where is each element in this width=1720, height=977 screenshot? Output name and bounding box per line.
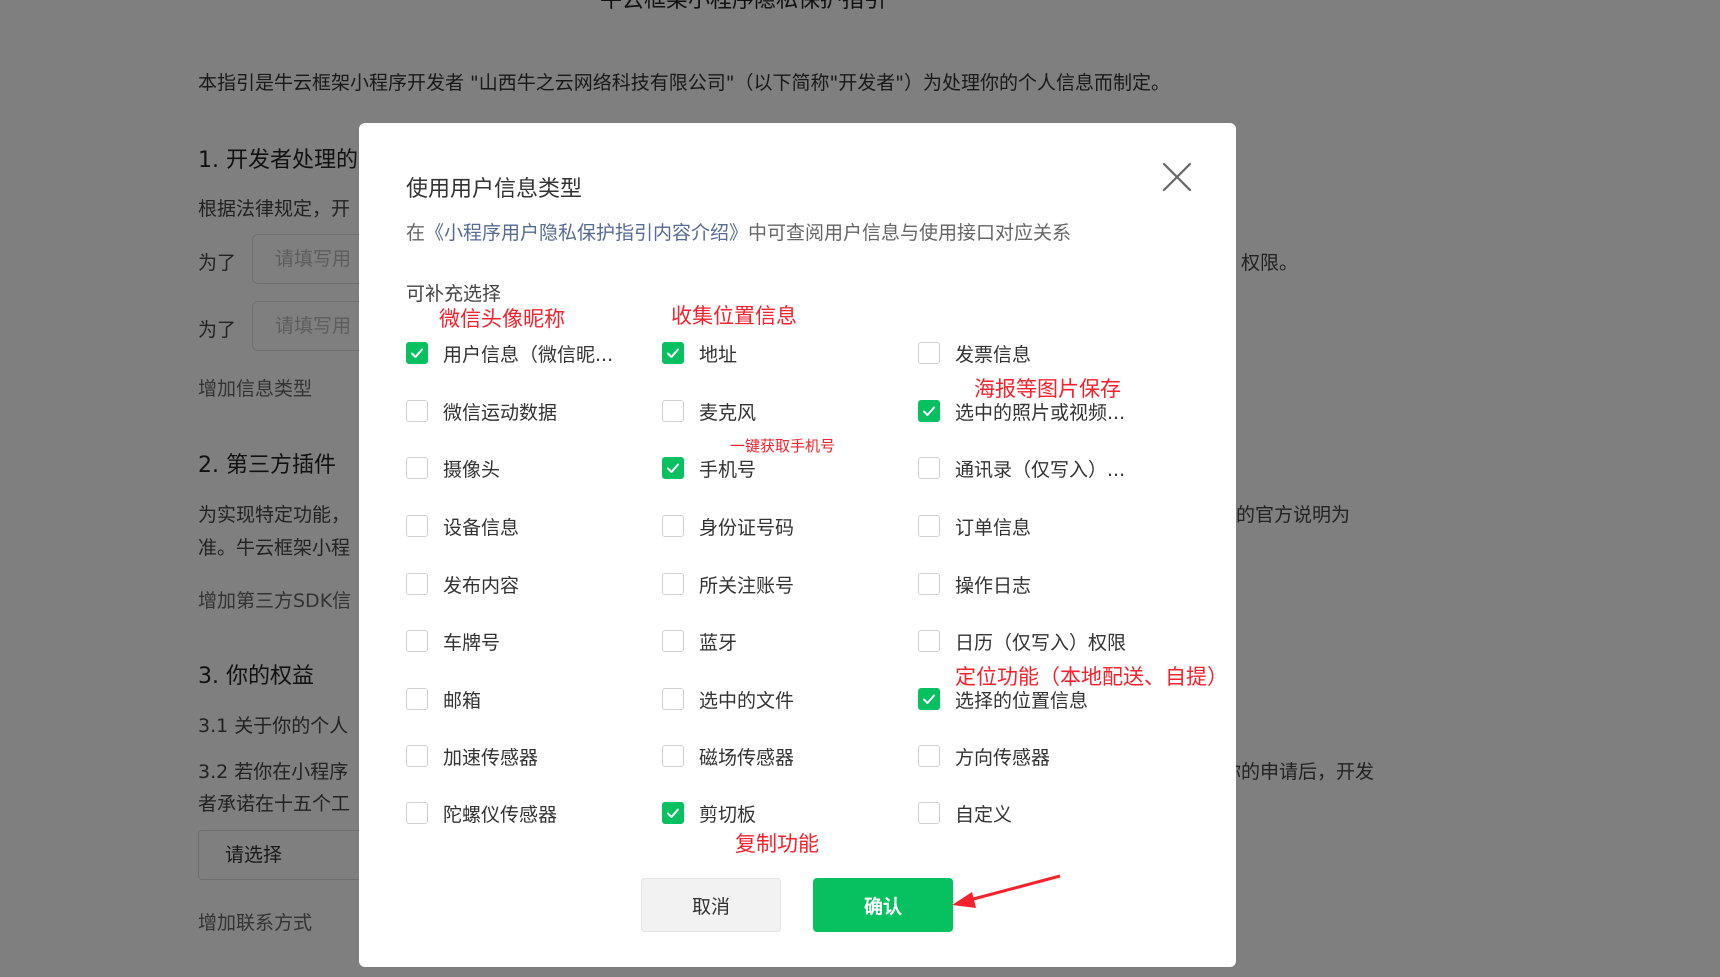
option-label: 发布内容 <box>443 574 520 597</box>
checkbox-unchecked-icon[interactable] <box>662 745 684 767</box>
option-checkbox[interactable]: 陀螺仪传感器 <box>406 798 557 828</box>
option-checkbox[interactable]: 车牌号 <box>406 626 500 656</box>
option-label: 微信运动数据 <box>443 401 558 424</box>
option-checkbox[interactable]: 磁场传感器 <box>662 741 794 771</box>
checkbox-unchecked-icon[interactable] <box>662 573 684 595</box>
option-checkbox[interactable]: 蓝牙 <box>662 626 737 656</box>
confirm-button[interactable]: 确认 <box>813 878 953 932</box>
checkbox-unchecked-icon[interactable] <box>918 515 940 537</box>
option-label: 麦克风 <box>699 401 757 424</box>
checkbox-unchecked-icon[interactable] <box>406 573 428 595</box>
checkbox-unchecked-icon[interactable] <box>406 400 428 422</box>
checkbox-checked-icon[interactable] <box>918 400 940 422</box>
checkbox-checked-icon[interactable] <box>662 342 684 364</box>
annotation-one-click-phone: 一键获取手机号 <box>730 437 836 455</box>
option-checkbox[interactable]: 微信运动数据 <box>406 396 557 426</box>
checkbox-unchecked-icon[interactable] <box>662 688 684 710</box>
option-label: 身份证号码 <box>699 516 795 539</box>
dialog-description: 在《小程序用户隐私保护指引内容介绍》中可查阅用户信息与使用接口对应关系 <box>406 218 1071 245</box>
option-label: 通讯录（仅写入）... <box>955 458 1126 481</box>
checkbox-unchecked-icon[interactable] <box>406 802 428 824</box>
optional-section-label: 可补充选择 <box>406 283 502 305</box>
dialog-title: 使用用户信息类型 <box>406 177 583 202</box>
checkbox-unchecked-icon[interactable] <box>918 745 940 767</box>
close-icon[interactable] <box>1159 159 1195 195</box>
option-checkbox[interactable]: 自定义 <box>918 798 1012 828</box>
option-checkbox[interactable]: 订单信息 <box>918 511 1031 541</box>
option-label: 日历（仅写入）权限 <box>955 631 1127 654</box>
option-label: 车牌号 <box>443 631 501 654</box>
option-label: 自定义 <box>955 803 1013 826</box>
option-label: 加速传感器 <box>443 746 539 769</box>
checkbox-unchecked-icon[interactable] <box>918 342 940 364</box>
checkbox-checked-icon[interactable] <box>662 802 684 824</box>
checkbox-unchecked-icon[interactable] <box>918 457 940 479</box>
option-checkbox[interactable]: 身份证号码 <box>662 511 794 541</box>
arrow-annotation-icon <box>952 874 1061 908</box>
option-label: 操作日志 <box>955 574 1032 597</box>
annotation-wechat-avatar: 微信头像昵称 <box>439 307 565 331</box>
option-label: 所关注账号 <box>699 574 795 597</box>
option-checkbox[interactable]: 摄像头 <box>406 453 500 483</box>
desc-suffix: 中可查阅用户信息与使用接口对应关系 <box>748 222 1072 244</box>
option-checkbox[interactable]: 通讯录（仅写入）... <box>918 453 1125 483</box>
option-label: 剪切板 <box>699 803 757 826</box>
desc-prefix: 在 <box>406 222 426 244</box>
option-label: 磁场传感器 <box>699 746 795 769</box>
checkbox-unchecked-icon[interactable] <box>918 630 940 652</box>
option-checkbox[interactable]: 所关注账号 <box>662 569 794 599</box>
checkbox-checked-icon[interactable] <box>406 342 428 364</box>
option-label: 设备信息 <box>443 516 520 539</box>
option-checkbox[interactable]: 加速传感器 <box>406 741 538 771</box>
annotation-poster-save: 海报等图片保存 <box>974 377 1121 401</box>
option-label: 订单信息 <box>955 516 1032 539</box>
checkbox-checked-icon[interactable] <box>662 457 684 479</box>
checkbox-unchecked-icon[interactable] <box>918 802 940 824</box>
option-label: 蓝牙 <box>699 631 738 654</box>
option-checkbox[interactable]: 地址 <box>662 338 737 368</box>
option-label: 选中的文件 <box>699 689 795 712</box>
privacy-guide-link[interactable]: 《小程序用户隐私保护指引内容介绍》 <box>425 222 748 244</box>
option-label: 摄像头 <box>443 458 501 481</box>
checkbox-unchecked-icon[interactable] <box>662 630 684 652</box>
option-checkbox[interactable]: 日历（仅写入）权限 <box>918 626 1126 656</box>
option-checkbox[interactable]: 剪切板 <box>662 798 756 828</box>
option-label: 手机号 <box>699 458 757 481</box>
annotation-copy-feature: 复制功能 <box>735 832 819 856</box>
option-checkbox[interactable]: 用户信息（微信昵... <box>406 338 613 368</box>
checkbox-unchecked-icon[interactable] <box>406 745 428 767</box>
option-checkbox[interactable]: 麦克风 <box>662 396 756 426</box>
option-label: 地址 <box>699 343 738 366</box>
option-label: 发票信息 <box>955 343 1032 366</box>
annotation-location-feature: 定位功能（本地配送、自提） <box>955 665 1228 689</box>
cancel-button[interactable]: 取消 <box>641 878 781 932</box>
checkbox-unchecked-icon[interactable] <box>662 515 684 537</box>
checkbox-checked-icon[interactable] <box>918 688 940 710</box>
option-label: 陀螺仪传感器 <box>443 803 558 826</box>
option-checkbox[interactable]: 手机号 <box>662 453 756 483</box>
option-checkbox[interactable]: 选中的文件 <box>662 684 794 714</box>
option-checkbox[interactable]: 操作日志 <box>918 569 1031 599</box>
option-label: 用户信息（微信昵... <box>443 343 614 366</box>
checkbox-unchecked-icon[interactable] <box>406 515 428 537</box>
option-checkbox[interactable]: 发布内容 <box>406 569 519 599</box>
option-label: 方向传感器 <box>955 746 1051 769</box>
option-checkbox[interactable]: 设备信息 <box>406 511 519 541</box>
checkbox-unchecked-icon[interactable] <box>406 457 428 479</box>
option-label: 邮箱 <box>443 689 482 712</box>
checkbox-unchecked-icon[interactable] <box>406 688 428 710</box>
option-checkbox[interactable]: 方向传感器 <box>918 741 1050 771</box>
option-checkbox[interactable]: 发票信息 <box>918 338 1031 368</box>
user-info-type-dialog: 使用用户信息类型 在《小程序用户隐私保护指引内容介绍》中可查阅用户信息与使用接口… <box>359 123 1236 967</box>
option-checkbox[interactable]: 邮箱 <box>406 684 481 714</box>
annotation-collect-location: 收集位置信息 <box>671 304 797 328</box>
checkbox-unchecked-icon[interactable] <box>918 573 940 595</box>
checkbox-unchecked-icon[interactable] <box>662 400 684 422</box>
checkbox-unchecked-icon[interactable] <box>406 630 428 652</box>
